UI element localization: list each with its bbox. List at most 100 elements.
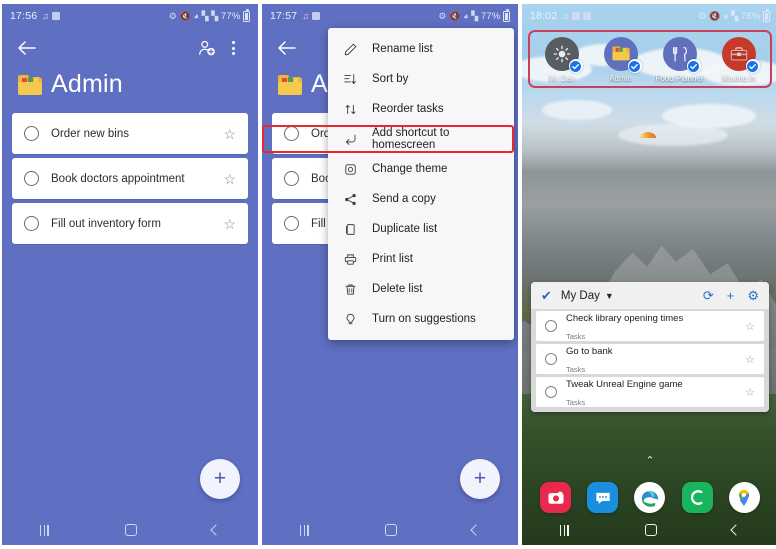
add-icon[interactable]: + bbox=[727, 289, 735, 302]
tasks-widget: ✔ My Day ▼ ⟳ + ⚙ Check library opening t… bbox=[531, 282, 769, 412]
battery-percent: 77% bbox=[480, 10, 501, 22]
task-checkbox[interactable] bbox=[284, 126, 299, 141]
paraglider bbox=[640, 132, 656, 138]
recents-button[interactable] bbox=[299, 524, 309, 536]
shortcut-arrow-icon bbox=[342, 133, 359, 146]
recents-button[interactable] bbox=[559, 524, 569, 536]
back-button[interactable] bbox=[274, 35, 300, 61]
messages-icon[interactable] bbox=[587, 482, 619, 513]
status-right-icons: ⚙ 🔇 ◕ ▚ 77% bbox=[438, 8, 510, 22]
menu-item-change-theme[interactable]: Change theme bbox=[328, 154, 514, 184]
status-left-icons: ♫ bbox=[562, 10, 592, 21]
menu-item-add-shortcut-to-homescreen[interactable]: Add shortcut to homescreen bbox=[262, 124, 514, 154]
menu-item-delete-list[interactable]: Delete list bbox=[328, 274, 514, 304]
printer-icon bbox=[342, 253, 359, 266]
camera-icon[interactable] bbox=[540, 482, 572, 513]
shortcut-moving-in[interactable]: Moving in bbox=[709, 37, 768, 83]
task-checkbox[interactable] bbox=[284, 171, 299, 186]
menu-item-turn-on-suggestions[interactable]: Turn on suggestions bbox=[328, 304, 514, 334]
star-icon[interactable]: ☆ bbox=[745, 320, 755, 333]
star-icon[interactable]: ☆ bbox=[223, 172, 236, 186]
music-note-icon: ♫ bbox=[562, 10, 570, 21]
chevron-down-icon[interactable]: ▼ bbox=[605, 291, 614, 301]
back-button[interactable] bbox=[470, 524, 482, 536]
settings-gear-icon[interactable]: ⚙ bbox=[747, 289, 759, 302]
bluetooth-icon: ⚙ bbox=[168, 10, 178, 21]
shortcut-label: Food Planner bbox=[655, 74, 704, 83]
task-checkbox[interactable] bbox=[24, 171, 39, 186]
star-icon[interactable]: ☆ bbox=[745, 353, 755, 366]
share-icon bbox=[342, 193, 359, 206]
menu-item-rename-list[interactable]: Rename list bbox=[328, 34, 514, 64]
battery-icon bbox=[503, 8, 510, 22]
menu-item-sort-by[interactable]: Sort by bbox=[328, 64, 514, 94]
menu-item-send-a-copy[interactable]: Send a copy bbox=[328, 184, 514, 214]
task-label: Order new bins bbox=[51, 127, 129, 140]
shortcut-icon-wrap bbox=[721, 37, 760, 73]
shortcut-badge-check-icon bbox=[745, 59, 760, 73]
menu-item-duplicate-list[interactable]: Duplicate list bbox=[328, 214, 514, 244]
widget-task-texts: Check library opening times Tasks bbox=[566, 308, 745, 344]
back-button[interactable] bbox=[730, 524, 742, 536]
menu-item-label: Add shortcut to homescreen bbox=[372, 127, 450, 151]
system-nav-bar bbox=[2, 515, 258, 545]
task-label: Book doctors appointment bbox=[51, 172, 185, 185]
task-checkbox[interactable] bbox=[24, 216, 39, 231]
task-checkbox[interactable] bbox=[24, 126, 39, 141]
widget-task-texts: Go to bank Tasks bbox=[566, 341, 745, 377]
shortcut-my-day[interactable]: My Day bbox=[532, 37, 591, 83]
recents-button[interactable] bbox=[39, 524, 49, 536]
shortcut-admin[interactable]: Admin bbox=[591, 37, 650, 83]
widget-task-row[interactable]: Go to bank Tasks ☆ bbox=[536, 344, 764, 374]
shortcut-food-planner[interactable]: Food Planner bbox=[650, 37, 709, 83]
widget-task-row[interactable]: Check library opening times Tasks ☆ bbox=[536, 311, 764, 341]
mute-icon: 🔇 bbox=[709, 10, 721, 21]
folder-icon bbox=[18, 74, 42, 95]
menu-item-print-list[interactable]: Print list bbox=[328, 244, 514, 274]
maps-icon[interactable] bbox=[728, 482, 760, 513]
menu-item-label: Delete list bbox=[372, 283, 423, 295]
home-button[interactable] bbox=[384, 524, 397, 536]
add-task-fab[interactable]: + bbox=[460, 459, 500, 499]
overflow-menu-icon[interactable] bbox=[220, 35, 246, 61]
task-checkbox[interactable] bbox=[545, 386, 557, 398]
task-checkbox[interactable] bbox=[284, 216, 299, 231]
wifi-icon: ◕ bbox=[463, 10, 469, 21]
task-row[interactable]: Book doctors appointment ☆ bbox=[12, 158, 248, 199]
add-people-icon[interactable] bbox=[194, 35, 220, 61]
screenshot-stage: 17:56 ♫ ⚙ 🔇 ◕ ▚ ▚ 77% Admin Order new bi… bbox=[0, 0, 776, 549]
task-row[interactable]: Fill out inventory form ☆ bbox=[12, 203, 248, 244]
theme-palette-icon bbox=[342, 163, 359, 176]
phone-icon[interactable] bbox=[681, 482, 713, 513]
menu-item-label: Turn on suggestions bbox=[372, 313, 476, 325]
music-note-icon: ♫ bbox=[42, 10, 50, 21]
photo-icon bbox=[312, 12, 321, 20]
mute-icon: 🔇 bbox=[449, 10, 461, 21]
back-button[interactable] bbox=[210, 524, 222, 536]
battery-icon bbox=[763, 8, 770, 22]
home-button[interactable] bbox=[644, 524, 657, 536]
home-button[interactable] bbox=[124, 524, 137, 536]
wifi-icon: ◕ bbox=[193, 10, 200, 21]
widget-task-row[interactable]: Tweak Unreal Engine game Tasks ☆ bbox=[536, 377, 764, 407]
back-button[interactable] bbox=[14, 35, 40, 61]
task-checkbox[interactable] bbox=[545, 320, 557, 332]
task-checkbox[interactable] bbox=[545, 353, 557, 365]
signal-icon: ▚ bbox=[201, 10, 209, 21]
add-task-fab[interactable]: + bbox=[200, 459, 240, 499]
app-drawer-arrow[interactable]: ⌃ bbox=[522, 454, 776, 467]
battery-percent: 77% bbox=[220, 10, 241, 22]
pencil-icon bbox=[342, 43, 359, 56]
star-icon[interactable]: ☆ bbox=[223, 217, 236, 231]
task-row[interactable]: Order new bins ☆ bbox=[12, 113, 248, 154]
star-icon[interactable]: ☆ bbox=[745, 386, 755, 399]
star-icon[interactable]: ☆ bbox=[223, 127, 236, 141]
widget-title[interactable]: My Day bbox=[561, 290, 600, 302]
system-nav-bar bbox=[522, 515, 776, 545]
widget-task-subtitle: Tasks bbox=[566, 332, 586, 341]
refresh-icon[interactable]: ⟳ bbox=[703, 289, 714, 302]
menu-item-reorder-tasks[interactable]: Reorder tasks bbox=[328, 94, 514, 124]
edge-icon[interactable] bbox=[634, 482, 666, 513]
shortcut-badge-check-icon bbox=[627, 59, 642, 73]
status-clock: 17:56 bbox=[10, 10, 38, 22]
